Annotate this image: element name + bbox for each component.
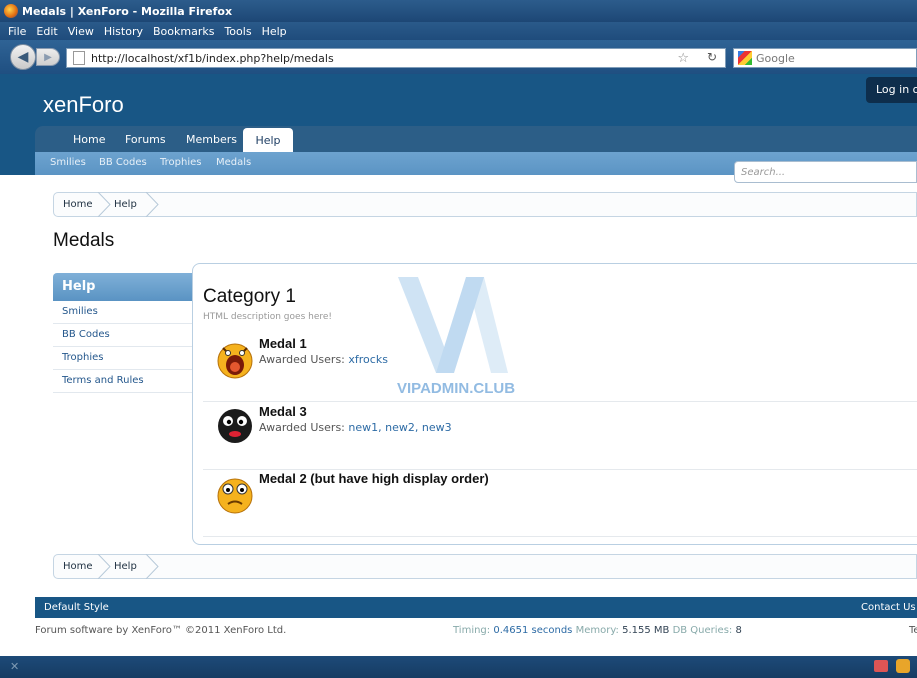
screaming-face-icon xyxy=(217,343,253,379)
sidebar-heading[interactable]: Help xyxy=(53,273,203,301)
memory-label: Memory: xyxy=(575,625,619,636)
menu-history[interactable]: History xyxy=(104,25,143,38)
help-sidebar: Help Smilies BB Codes Trophies Terms and… xyxy=(53,273,203,393)
window-title: Medals | XenForo - Mozilla Firefox xyxy=(22,4,233,18)
breadcrumb-separator-icon xyxy=(97,554,111,579)
page-title: Medals xyxy=(53,230,115,251)
watermark-text: VIPADMIN.CLUB xyxy=(397,380,516,397)
breadcrumb-home[interactable]: Home xyxy=(63,561,93,572)
category-description: HTML description goes here! xyxy=(203,312,333,322)
awarded-users-links[interactable]: new1, new2, new3 xyxy=(348,421,451,434)
site-search-input[interactable]: Search... xyxy=(734,161,917,183)
url-text: http://localhost/xf1b/index.php?help/med… xyxy=(91,51,334,65)
awarded-users-links[interactable]: xfrocks xyxy=(348,353,388,366)
breadcrumb-separator-icon xyxy=(97,192,111,217)
medal-name: Medal 3 xyxy=(259,404,307,419)
sidebar-item-smilies[interactable]: Smilies xyxy=(53,301,203,324)
subnav-medals[interactable]: Medals xyxy=(216,157,251,168)
medal-name: Medal 1 xyxy=(259,336,307,351)
breadcrumb-home[interactable]: Home xyxy=(63,199,93,210)
url-bar[interactable]: http://localhost/xf1b/index.php?help/med… xyxy=(66,48,726,68)
browser-search-placeholder: Google xyxy=(756,51,795,65)
style-chooser-link[interactable]: Default Style xyxy=(44,602,109,613)
browser-search-box[interactable]: Google xyxy=(733,48,917,68)
tab-members[interactable]: Members xyxy=(186,133,237,146)
subnav-smilies[interactable]: Smilies xyxy=(50,157,86,168)
sidebar-item-trophies[interactable]: Trophies xyxy=(53,347,203,370)
copyright-text: Forum software by XenForo™ ©2011 XenForo… xyxy=(35,625,287,636)
menu-bookmarks[interactable]: Bookmarks xyxy=(153,25,214,38)
reload-icon[interactable]: ↻ xyxy=(703,50,721,66)
main-tabs: Home Forums Members Help xyxy=(35,126,917,154)
medal-awarded-users: Awarded Users: new1, new2, new3 xyxy=(259,421,452,434)
forward-arrow-icon: ▶ xyxy=(44,51,52,63)
breadcrumb-help[interactable]: Help xyxy=(114,199,137,210)
firefox-icon xyxy=(4,4,18,18)
menu-help[interactable]: Help xyxy=(262,25,287,38)
site-header: xenForo Log in or Home Forums Members He… xyxy=(0,74,917,183)
memory-value: 5.155 MB xyxy=(622,625,670,636)
login-link[interactable]: Log in or xyxy=(866,77,917,103)
timing-label: Timing: xyxy=(453,625,491,636)
breadcrumb-top: Home Help xyxy=(53,192,917,217)
db-queries-label: DB Queries: xyxy=(672,625,733,636)
watermark-logo-icon xyxy=(398,277,508,373)
subnav-trophies[interactable]: Trophies xyxy=(160,157,201,168)
back-arrow-icon: ◀ xyxy=(17,49,29,65)
tab-help[interactable]: Help xyxy=(243,128,293,154)
medal-row: Medal 2 (but have high display order) xyxy=(203,471,917,537)
menu-view[interactable]: View xyxy=(68,25,94,38)
tab-forums[interactable]: Forums xyxy=(125,133,166,146)
category-title: Category 1 xyxy=(203,286,296,307)
timing-value[interactable]: 0.4651 seconds xyxy=(493,625,572,636)
subnav-bb-codes[interactable]: BB Codes xyxy=(99,157,147,168)
sidebar-item-terms-and-rules[interactable]: Terms and Rules xyxy=(53,370,203,393)
browser-status-bar: ✕ xyxy=(0,656,917,678)
medal-row: Medal 1 Awarded Users: xfrocks xyxy=(203,336,917,402)
medals-panel: Category 1 HTML description goes here! M… xyxy=(192,263,917,545)
breadcrumb-separator-icon xyxy=(145,192,159,217)
bookmark-star-icon[interactable]: ☆ xyxy=(677,51,689,66)
breadcrumb-help[interactable]: Help xyxy=(114,561,137,572)
sidebar-item-bb-codes[interactable]: BB Codes xyxy=(53,324,203,347)
menu-file[interactable]: File xyxy=(8,25,26,38)
confused-face-icon xyxy=(217,478,253,514)
menu-bar: File Edit View History Bookmarks Tools H… xyxy=(0,22,917,40)
tab-home[interactable]: Home xyxy=(73,133,105,146)
addon-icon[interactable] xyxy=(874,660,888,672)
footer-tail-text: Te xyxy=(909,625,917,636)
black-bomb-face-icon xyxy=(218,409,252,443)
db-queries-value: 8 xyxy=(735,625,742,636)
window-titlebar: Medals | XenForo - Mozilla Firefox xyxy=(0,0,917,22)
medal-awarded-users: Awarded Users: xfrocks xyxy=(259,353,388,366)
back-button[interactable]: ◀ xyxy=(10,44,36,70)
footer-bar: Default Style Contact Us xyxy=(35,597,917,618)
extension-icon[interactable] xyxy=(896,659,910,673)
medal-row: Medal 3 Awarded Users: new1, new2, new3 xyxy=(203,404,917,470)
debug-info: Timing: 0.4651 seconds Memory: 5.155 MB … xyxy=(453,625,742,636)
close-icon[interactable]: ✕ xyxy=(10,660,19,673)
navigation-toolbar: ▶ ◀ http://localhost/xf1b/index.php?help… xyxy=(0,40,917,74)
site-logo[interactable]: xenForo xyxy=(43,92,124,118)
awarded-users-label: Awarded Users: xyxy=(259,353,345,366)
page-icon xyxy=(73,51,85,65)
breadcrumb-separator-icon xyxy=(145,554,159,579)
awarded-users-label: Awarded Users: xyxy=(259,421,345,434)
breadcrumb-bottom: Home Help xyxy=(53,554,917,579)
menu-edit[interactable]: Edit xyxy=(36,25,57,38)
forward-button[interactable]: ▶ xyxy=(36,48,60,66)
contact-us-link[interactable]: Contact Us xyxy=(861,602,916,613)
google-icon xyxy=(738,51,752,65)
menu-tools[interactable]: Tools xyxy=(224,25,251,38)
medal-name: Medal 2 (but have high display order) xyxy=(259,471,489,486)
